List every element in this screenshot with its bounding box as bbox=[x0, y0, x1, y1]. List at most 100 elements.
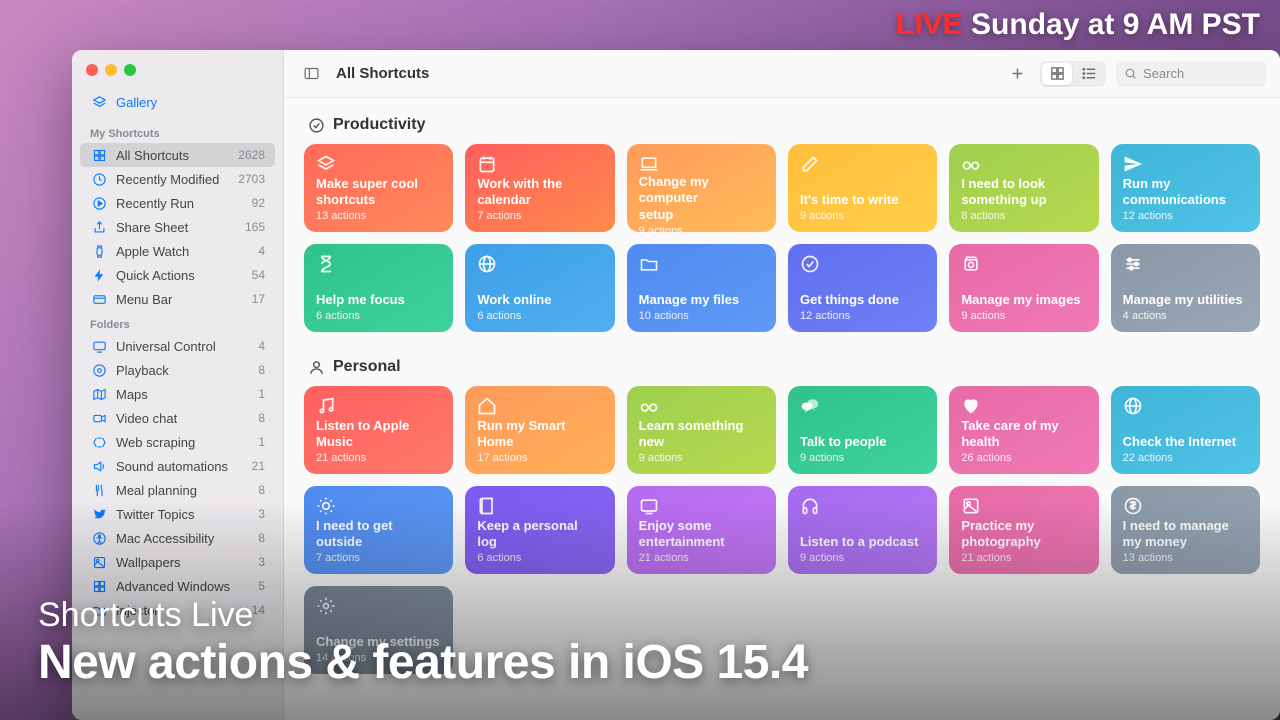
sidebar-item-advanced-windows[interactable]: Advanced Windows5 bbox=[80, 574, 275, 598]
card-subtitle: 22 actions bbox=[1123, 452, 1248, 464]
glasses-icon bbox=[961, 154, 1086, 174]
camera-icon bbox=[961, 496, 1086, 516]
gallery-icon bbox=[90, 95, 108, 110]
card-title: Talk to people bbox=[800, 434, 925, 450]
shortcut-card[interactable]: Work online6 actions bbox=[465, 244, 614, 332]
card-title: I need to get outside bbox=[316, 518, 441, 551]
sidebar-item-menu-bar[interactable]: Menu Bar17 bbox=[80, 287, 275, 311]
sidebar-item-label: Twitter Topics bbox=[116, 507, 250, 522]
clock-icon bbox=[90, 172, 108, 187]
sidebar-item-universal-control[interactable]: Universal Control4 bbox=[80, 334, 275, 358]
sidebar-item-recently-run[interactable]: Recently Run92 bbox=[80, 191, 275, 215]
grid-view-button[interactable] bbox=[1042, 63, 1072, 85]
sidebar-item-all-shortcuts[interactable]: All Shortcuts2628 bbox=[80, 143, 275, 167]
shortcut-card[interactable]: Manage my utilities4 actions bbox=[1111, 244, 1260, 332]
section-title: Productivity bbox=[333, 116, 425, 134]
card-subtitle: 12 actions bbox=[800, 310, 925, 322]
sidebar-item-count: 92 bbox=[252, 196, 265, 210]
sidebar-item-quick-actions[interactable]: Quick Actions54 bbox=[80, 263, 275, 287]
section-title: Personal bbox=[333, 358, 401, 376]
shortcut-card[interactable]: I need to looksomething up8 actions bbox=[949, 144, 1098, 232]
shortcut-card[interactable]: Help me focus6 actions bbox=[304, 244, 453, 332]
shortcut-card[interactable]: Listen to a podcast9 actions bbox=[788, 486, 937, 574]
card-title: Keep a personallog bbox=[477, 518, 602, 551]
card-title: Work online bbox=[477, 292, 602, 308]
sidebar-item-sound-automations[interactable]: Sound automations21 bbox=[80, 454, 275, 478]
speaker-icon bbox=[90, 459, 108, 474]
globe-icon bbox=[477, 254, 602, 274]
sidebar-item-apple-watch[interactable]: Apple Watch4 bbox=[80, 239, 275, 263]
close-button[interactable] bbox=[86, 64, 98, 76]
play-icon bbox=[90, 196, 108, 211]
card-subtitle: 9 actions bbox=[800, 210, 925, 222]
minimize-button[interactable] bbox=[105, 64, 117, 76]
display-icon bbox=[90, 339, 108, 354]
shortcut-card[interactable]: Check the Internet22 actions bbox=[1111, 386, 1260, 474]
card-subtitle: 8 actions bbox=[961, 210, 1086, 222]
sidebar-gallery[interactable]: Gallery bbox=[80, 90, 275, 114]
card-subtitle: 17 actions bbox=[477, 452, 602, 464]
shortcut-card[interactable]: Get things done12 actions bbox=[788, 244, 937, 332]
sidebar-item-maps[interactable]: Maps1 bbox=[80, 382, 275, 406]
sidebar-item-label: Maps bbox=[116, 387, 250, 402]
shortcut-card[interactable]: I need to managemy money13 actions bbox=[1111, 486, 1260, 574]
add-button[interactable] bbox=[1004, 61, 1030, 87]
search-placeholder: Search bbox=[1143, 66, 1184, 81]
sidebar-item-video-chat[interactable]: Video chat8 bbox=[80, 406, 275, 430]
sidebar-item-recently-modified[interactable]: Recently Modified2703 bbox=[80, 167, 275, 191]
map-icon bbox=[90, 387, 108, 402]
folder-icon bbox=[639, 254, 764, 274]
toggle-sidebar-button[interactable] bbox=[298, 61, 324, 87]
sidebar-item-wallpapers[interactable]: Wallpapers3 bbox=[80, 550, 275, 574]
shortcut-card[interactable]: Manage my files10 actions bbox=[627, 244, 776, 332]
shortcut-card[interactable]: Take care of myhealth26 actions bbox=[949, 386, 1098, 474]
card-subtitle: 9 actions bbox=[961, 310, 1086, 322]
chat-icon bbox=[800, 396, 925, 416]
shortcut-card[interactable]: Talk to people9 actions bbox=[788, 386, 937, 474]
sidebar-item-share-sheet[interactable]: Share Sheet165 bbox=[80, 215, 275, 239]
shortcut-card[interactable]: Work with the calendar7 actions bbox=[465, 144, 614, 232]
maximize-button[interactable] bbox=[124, 64, 136, 76]
list-view-button[interactable] bbox=[1074, 63, 1104, 85]
shortcut-card[interactable]: It's time to write 9 actions bbox=[788, 144, 937, 232]
sidebar-item-twitter-topics[interactable]: Twitter Topics3 bbox=[80, 502, 275, 526]
headphones-icon bbox=[800, 496, 925, 516]
shortcut-card[interactable]: Enjoy some entertainment21 actions bbox=[627, 486, 776, 574]
shortcut-card[interactable]: Practice my photography21 actions bbox=[949, 486, 1098, 574]
sidebar-item-web-scraping[interactable]: Web scraping1 bbox=[80, 430, 275, 454]
overlay-live-label: LIVE bbox=[896, 8, 963, 41]
book-icon bbox=[477, 496, 602, 516]
card-subtitle: 7 actions bbox=[316, 552, 441, 564]
sidebar-item-label: Web scraping bbox=[116, 435, 250, 450]
sidebar-item-mac-accessibility[interactable]: Mac Accessibility8 bbox=[80, 526, 275, 550]
windows-icon bbox=[90, 579, 108, 594]
sidebar-item-count: 165 bbox=[245, 220, 265, 234]
sidebar-item-label: Mac Accessibility bbox=[116, 531, 250, 546]
watch-icon bbox=[90, 244, 108, 259]
share-icon bbox=[90, 220, 108, 235]
card-subtitle: 26 actions bbox=[961, 452, 1086, 464]
wall-icon bbox=[90, 555, 108, 570]
shortcut-card[interactable]: Manage my images9 actions bbox=[949, 244, 1098, 332]
shortcut-card[interactable]: Learn somethingnew9 actions bbox=[627, 386, 776, 474]
shortcut-card[interactable]: I need to get outside7 actions bbox=[304, 486, 453, 574]
search-input[interactable]: Search bbox=[1116, 61, 1266, 87]
sidebar-item-meal-planning[interactable]: Meal planning8 bbox=[80, 478, 275, 502]
card-title: Make super coolshortcuts bbox=[316, 176, 441, 209]
send-icon bbox=[1123, 154, 1248, 174]
card-subtitle: 9 actions bbox=[800, 552, 925, 564]
page-title: All Shortcuts bbox=[336, 65, 994, 82]
laptop-icon bbox=[639, 154, 764, 174]
sidebar-item-count: 2628 bbox=[238, 148, 265, 162]
shortcut-card[interactable]: Change my computersetup9 actions bbox=[627, 144, 776, 232]
shortcut-card[interactable]: Run my communications12 actions bbox=[1111, 144, 1260, 232]
globe-icon bbox=[1123, 396, 1248, 416]
shortcut-card[interactable]: Run my Smart Home17 actions bbox=[465, 386, 614, 474]
shortcut-card[interactable]: Keep a personallog6 actions bbox=[465, 486, 614, 574]
sidebar-item-count: 4 bbox=[258, 339, 265, 353]
shortcut-card[interactable]: Listen to AppleMusic21 actions bbox=[304, 386, 453, 474]
shortcut-card[interactable]: Make super coolshortcuts13 actions bbox=[304, 144, 453, 232]
card-title: It's time to write bbox=[800, 192, 925, 208]
sidebar-item-playback[interactable]: Playback8 bbox=[80, 358, 275, 382]
sidebar-item-label: Menu Bar bbox=[116, 292, 244, 307]
